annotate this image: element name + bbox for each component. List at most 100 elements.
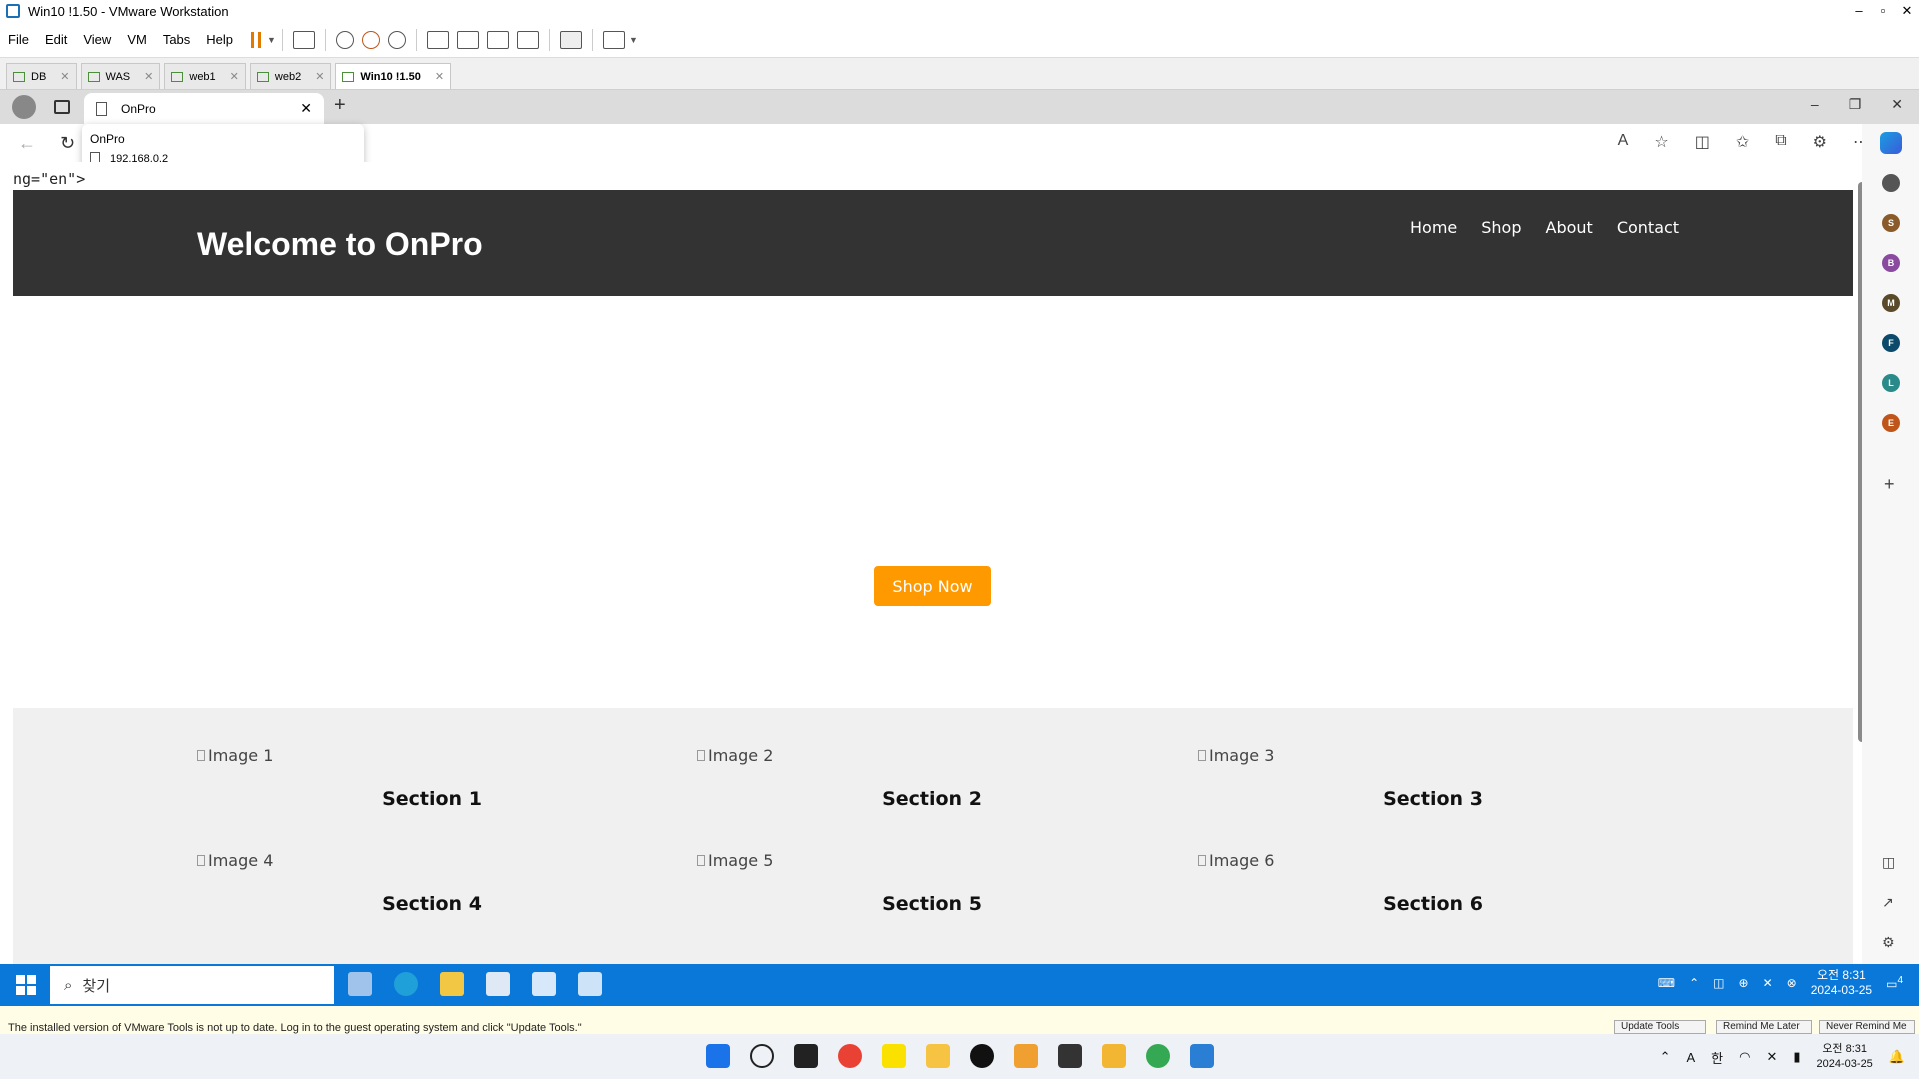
back-icon[interactable]: ← — [18, 133, 36, 154]
update-tools-button[interactable]: Update Tools — [1614, 1020, 1706, 1034]
nav-link-about[interactable]: About — [1546, 218, 1593, 237]
reload-icon[interactable]: ↻ — [60, 133, 75, 154]
tab-actions-icon[interactable] — [54, 100, 70, 114]
new-tab-icon[interactable]: + — [334, 94, 346, 117]
maximize-icon[interactable]: ▫ — [1871, 3, 1895, 19]
store-icon[interactable] — [486, 972, 510, 996]
nav-link-contact[interactable]: Contact — [1617, 218, 1679, 237]
windows-start-icon[interactable] — [16, 975, 36, 995]
scrollbar-thumb[interactable] — [1858, 182, 1862, 742]
ime-mode[interactable]: A — [1686, 1050, 1695, 1065]
remote-desktop-icon[interactable] — [578, 972, 602, 996]
sidebar-app-e[interactable]: E — [1882, 414, 1900, 432]
notification-bell-icon[interactable]: 🔔 — [1889, 1049, 1905, 1065]
close-icon[interactable]: ✕ — [300, 100, 312, 117]
taskbar-search-input[interactable]: ⌕ 찾기 — [50, 966, 334, 1004]
browser-tab-onpro[interactable]: OnPro ✕ — [84, 93, 324, 124]
add-sidebar-app-icon[interactable]: + — [1884, 474, 1895, 495]
restore-icon[interactable]: ❐ — [1849, 96, 1862, 113]
library-icon[interactable] — [426, 30, 449, 49]
mail-icon[interactable] — [532, 972, 556, 996]
copilot-icon[interactable] — [1880, 132, 1902, 154]
chevron-down-icon[interactable]: ▼ — [267, 35, 276, 45]
vmware-taskbar-icon[interactable] — [1014, 1044, 1038, 1068]
tray-error-icon[interactable]: ⊗ — [1787, 976, 1797, 990]
chrome-profile-icon[interactable] — [1146, 1044, 1170, 1068]
tray-chevron-icon[interactable]: ⌃ — [1689, 976, 1699, 990]
collections-icon[interactable]: ⧉ — [1775, 132, 1786, 152]
chrome-icon[interactable] — [838, 1044, 862, 1068]
menu-edit[interactable]: Edit — [37, 32, 75, 47]
extensions-icon[interactable]: ⚙ — [1813, 132, 1827, 152]
file-explorer-icon[interactable] — [440, 972, 464, 996]
snapshot-manager-icon[interactable] — [387, 30, 406, 49]
shop-now-button[interactable]: Shop Now — [874, 566, 991, 606]
read-aloud-icon[interactable]: A — [1618, 132, 1629, 152]
favorite-star-icon[interactable]: ☆ — [1654, 132, 1668, 152]
thumbnail-icon[interactable] — [456, 30, 479, 49]
close-icon[interactable]: ✕ — [1895, 3, 1919, 19]
sidebar-app-l[interactable]: L — [1882, 374, 1900, 392]
remind-later-button[interactable]: Remind Me Later — [1716, 1020, 1812, 1034]
unity-icon[interactable] — [516, 30, 539, 49]
never-remind-button[interactable]: Never Remind Me — [1819, 1020, 1915, 1034]
close-icon[interactable]: ✕ — [230, 70, 239, 83]
minimize-icon[interactable]: – — [1811, 96, 1819, 113]
volume-muted-icon[interactable]: ✕ — [1766, 1049, 1777, 1065]
menu-view[interactable]: View — [75, 32, 119, 47]
close-icon[interactable]: ✕ — [435, 70, 444, 83]
host-start-icon[interactable] — [706, 1044, 730, 1068]
keyboard-icon[interactable]: ⌨ — [1658, 976, 1675, 990]
sidebar-app-0[interactable] — [1882, 174, 1900, 192]
ime-lang[interactable]: 한 — [1711, 1048, 1723, 1067]
kakaotalk-icon[interactable] — [882, 1044, 906, 1068]
host-search-icon[interactable] — [750, 1044, 774, 1068]
menu-vm[interactable]: VM — [119, 32, 155, 47]
host-clock[interactable]: 오전 8:31 2024-03-25 — [1817, 1042, 1873, 1072]
globe-icon[interactable]: ⊕ — [1739, 976, 1749, 990]
battery-icon[interactable]: ▮ — [1793, 1049, 1800, 1065]
notification-icon[interactable]: ▭4 — [1886, 975, 1903, 991]
notepad-icon[interactable] — [1190, 1044, 1214, 1068]
menu-help[interactable]: Help — [198, 32, 241, 47]
close-icon[interactable]: ✕ — [315, 70, 324, 83]
nav-link-home[interactable]: Home — [1410, 218, 1457, 237]
network-icon[interactable]: ◫ — [1713, 976, 1724, 990]
vm-tab-web1[interactable]: web1 ✕ — [164, 63, 246, 89]
stretch-icon[interactable] — [602, 30, 625, 49]
sidebar-layout-icon[interactable]: ◫ — [1882, 854, 1895, 871]
minimize-icon[interactable]: – — [1847, 3, 1871, 19]
favorites-icon[interactable]: ✩ — [1736, 132, 1749, 152]
console-icon[interactable] — [559, 30, 582, 49]
vm-tab-win10[interactable]: Win10 !1.50 ✕ — [335, 63, 452, 89]
close-icon[interactable]: ✕ — [144, 70, 153, 83]
notion-app-icon[interactable] — [1058, 1044, 1082, 1068]
file-explorer-icon[interactable] — [1102, 1044, 1126, 1068]
sidebar-app-b[interactable]: B — [1882, 254, 1900, 272]
menu-tabs[interactable]: Tabs — [155, 32, 198, 47]
sticky-notes-icon[interactable] — [926, 1044, 950, 1068]
nav-link-shop[interactable]: Shop — [1481, 218, 1521, 237]
pause-icon[interactable] — [251, 31, 262, 48]
guest-clock[interactable]: 오전 8:31 2024-03-25 — [1811, 968, 1872, 998]
github-icon[interactable] — [970, 1044, 994, 1068]
sidebar-app-f[interactable]: F — [1882, 334, 1900, 352]
vm-tab-db[interactable]: DB ✕ — [6, 63, 77, 89]
vm-tab-was[interactable]: WAS ✕ — [80, 63, 161, 89]
edge-icon[interactable] — [394, 972, 418, 996]
close-icon[interactable]: ✕ — [60, 70, 69, 83]
snapshot-icon[interactable] — [335, 30, 354, 49]
revert-snapshot-icon[interactable] — [361, 30, 380, 49]
fullscreen-icon[interactable] — [486, 30, 509, 49]
close-icon[interactable]: ✕ — [1891, 96, 1903, 113]
sidebar-app-m[interactable]: M — [1882, 294, 1900, 312]
tray-chevron-icon[interactable]: ⌃ — [1660, 1049, 1671, 1065]
volume-muted-icon[interactable]: ✕ — [1763, 976, 1773, 990]
sidebar-app-s[interactable]: S — [1882, 214, 1900, 232]
profile-icon[interactable] — [12, 95, 36, 119]
send-ctrl-alt-del-icon[interactable] — [292, 30, 315, 49]
page-scrollbar[interactable] — [1858, 170, 1862, 960]
menu-file[interactable]: File — [0, 32, 37, 47]
split-screen-icon[interactable]: ◫ — [1695, 132, 1710, 152]
notion-icon[interactable] — [794, 1044, 818, 1068]
